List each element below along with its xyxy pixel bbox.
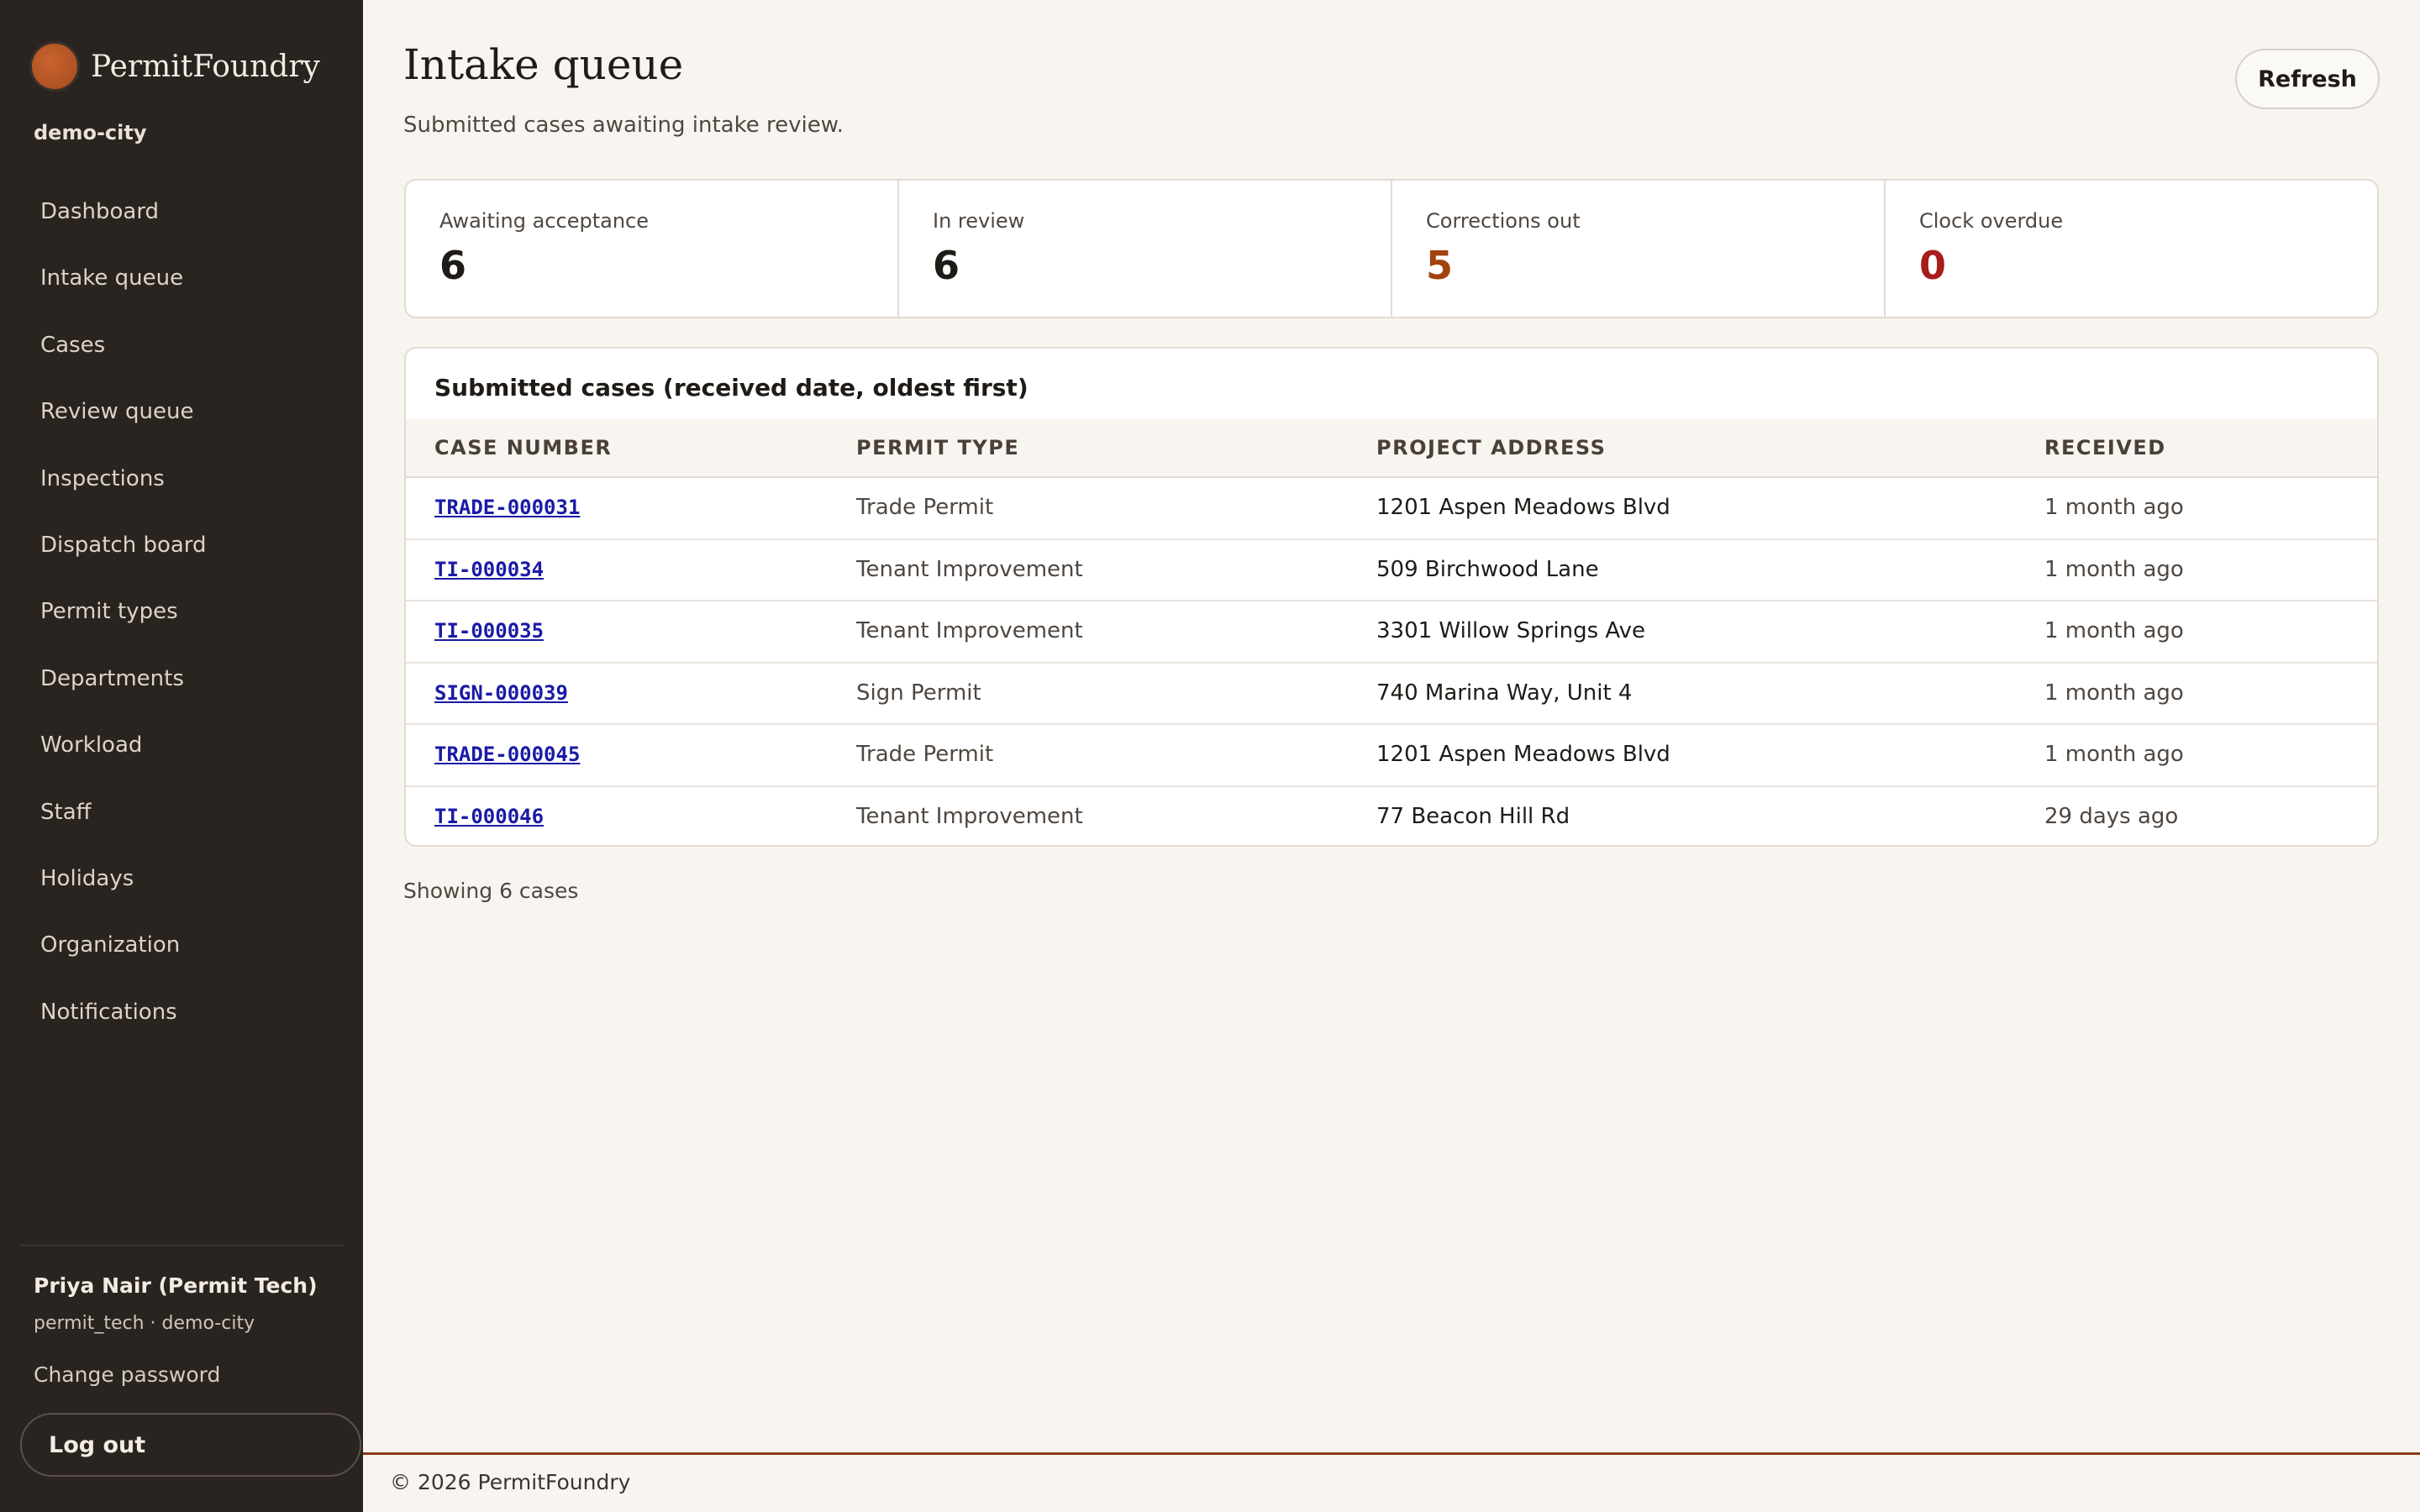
sidebar-item-inspections[interactable]: Inspections (40, 460, 207, 527)
stat-in-review: In review 6 (899, 181, 1392, 317)
stat-value: 0 (1919, 243, 1947, 288)
result-count: Showing 6 cases (403, 879, 579, 903)
copyright-text: © 2026 PermitFoundry (390, 1470, 631, 1494)
permit-type-cell: Tenant Improvement (856, 556, 1083, 582)
stat-corrections-out: Corrections out 5 (1392, 181, 1886, 317)
sidebar-item-organization[interactable]: Organization (40, 927, 207, 993)
received-cell: 1 month ago (2044, 680, 2184, 706)
column-header-case-number[interactable]: CASE NUMBER (434, 436, 612, 459)
logout-button[interactable]: Log out (20, 1413, 361, 1477)
sidebar-item-review-queue[interactable]: Review queue (40, 393, 207, 459)
table-row: TI-000046 Tenant Improvement 77 Beacon H… (406, 787, 2377, 845)
user-name: Priya Nair (Permit Tech) (34, 1273, 318, 1298)
case-number-link[interactable]: TI-000035 (434, 619, 544, 643)
stat-label: Awaiting acceptance (439, 209, 649, 233)
stat-awaiting-acceptance: Awaiting acceptance 6 (406, 181, 899, 317)
sidebar-item-workload[interactable]: Workload (40, 727, 207, 793)
column-header-project-address[interactable]: PROJECT ADDRESS (1376, 436, 1606, 459)
case-number-link[interactable]: TI-000046 (434, 805, 544, 828)
sidebar-item-dispatch-board[interactable]: Dispatch board (40, 527, 207, 593)
received-cell: 29 days ago (2044, 804, 2179, 829)
received-cell: 1 month ago (2044, 556, 2184, 582)
permit-type-cell: Sign Permit (856, 680, 981, 706)
sidebar-divider (20, 1245, 343, 1246)
project-address-cell: 77 Beacon Hill Rd (1376, 804, 1570, 829)
received-cell: 1 month ago (2044, 495, 2184, 520)
sidebar: PermitFoundry demo-city Dashboard Intake… (0, 0, 363, 1512)
brand[interactable]: PermitFoundry (32, 44, 320, 89)
page-title: Intake queue (403, 40, 684, 89)
sidebar-item-staff[interactable]: Staff (40, 794, 207, 860)
change-password-link[interactable]: Change password (34, 1362, 220, 1387)
sidebar-item-departments[interactable]: Departments (40, 660, 207, 727)
stats-panel: Awaiting acceptance 6 In review 6 Correc… (404, 179, 2379, 318)
table-row: SIGN-000039 Sign Permit 740 Marina Way, … (406, 664, 2377, 726)
case-number-link[interactable]: TRADE-000031 (434, 496, 580, 519)
stat-label: Clock overdue (1919, 209, 2064, 233)
stat-value: 6 (933, 243, 960, 288)
sidebar-item-dashboard[interactable]: Dashboard (40, 193, 207, 260)
received-cell: 1 month ago (2044, 618, 2184, 644)
table-row: TRADE-000045 Trade Permit 1201 Aspen Mea… (406, 725, 2377, 787)
brand-name: PermitFoundry (91, 49, 320, 84)
permit-type-cell: Tenant Improvement (856, 804, 1083, 829)
sidebar-nav: Dashboard Intake queue Cases Review queu… (40, 193, 207, 1060)
table-header: CASE NUMBER PERMIT TYPE PROJECT ADDRESS … (406, 419, 2377, 478)
project-address-cell: 509 Birchwood Lane (1376, 556, 1599, 582)
submitted-cases-table: Submitted cases (received date, oldest f… (404, 347, 2379, 847)
column-header-permit-type[interactable]: PERMIT TYPE (856, 436, 1019, 459)
refresh-button[interactable]: Refresh (2235, 49, 2380, 109)
stat-value: 6 (439, 243, 467, 288)
permit-type-cell: Trade Permit (856, 742, 994, 768)
project-address-cell: 740 Marina Way, Unit 4 (1376, 680, 1633, 706)
project-address-cell: 1201 Aspen Meadows Blvd (1376, 742, 1670, 768)
permit-type-cell: Tenant Improvement (856, 618, 1083, 644)
stat-label: In review (933, 209, 1025, 233)
stat-clock-overdue: Clock overdue 0 (1886, 181, 2377, 317)
table-row: TI-000035 Tenant Improvement 3301 Willow… (406, 601, 2377, 664)
stat-value: 5 (1426, 243, 1454, 288)
sidebar-item-cases[interactable]: Cases (40, 327, 207, 393)
table-title: Submitted cases (received date, oldest f… (434, 374, 1028, 402)
page-subtitle: Submitted cases awaiting intake review. (403, 113, 844, 138)
project-address-cell: 3301 Willow Springs Ave (1376, 618, 1646, 644)
received-cell: 1 month ago (2044, 742, 2184, 768)
project-address-cell: 1201 Aspen Meadows Blvd (1376, 495, 1670, 520)
case-number-link[interactable]: SIGN-000039 (434, 681, 568, 705)
case-number-link[interactable]: TRADE-000045 (434, 743, 580, 766)
tenant-name: demo-city (34, 121, 147, 144)
sidebar-item-holidays[interactable]: Holidays (40, 860, 207, 927)
sidebar-item-intake-queue[interactable]: Intake queue (40, 260, 207, 326)
sidebar-item-notifications[interactable]: Notifications (40, 994, 207, 1060)
brand-logo-icon (32, 44, 77, 89)
user-role-tenant: permit_tech · demo-city (34, 1313, 255, 1334)
column-header-received[interactable]: RECEIVED (2044, 436, 2166, 459)
table-row: TRADE-000031 Trade Permit 1201 Aspen Mea… (406, 478, 2377, 540)
footer: © 2026 PermitFoundry (363, 1452, 2420, 1512)
table-row: TI-000034 Tenant Improvement 509 Birchwo… (406, 540, 2377, 602)
case-number-link[interactable]: TI-000034 (434, 558, 544, 581)
permit-type-cell: Trade Permit (856, 495, 994, 520)
sidebar-item-permit-types[interactable]: Permit types (40, 593, 207, 659)
stat-label: Corrections out (1426, 209, 1581, 233)
